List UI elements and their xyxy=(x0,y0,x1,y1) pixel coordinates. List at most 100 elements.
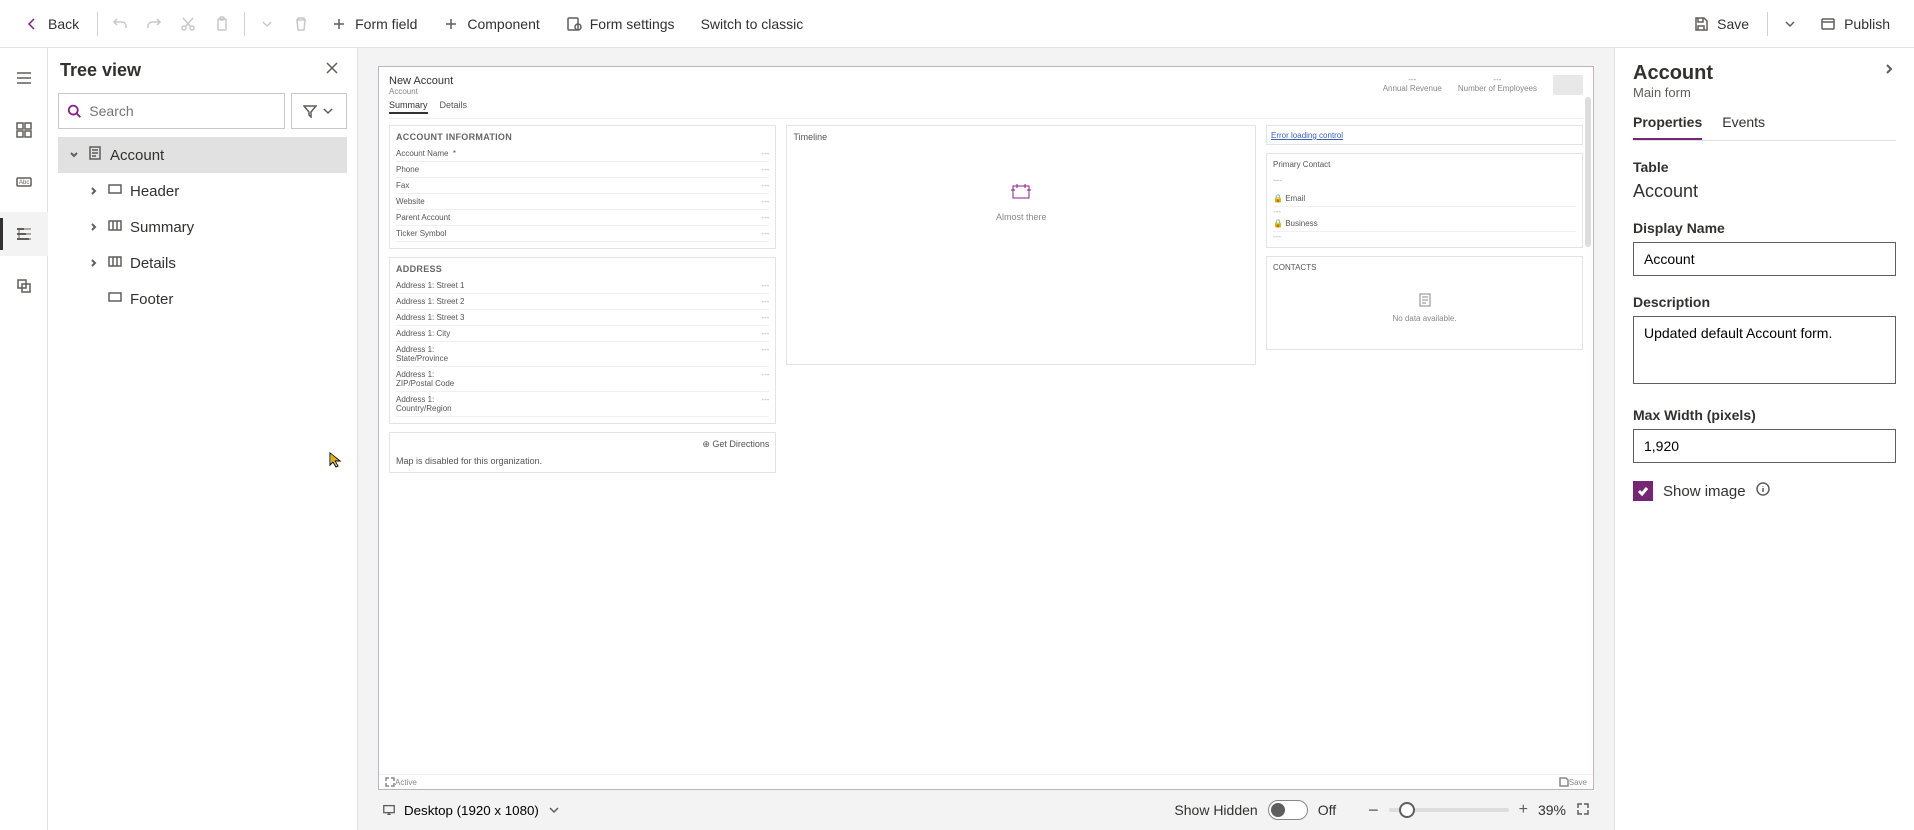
tab-icon xyxy=(108,218,122,236)
preview-account-info-section[interactable]: ACCOUNT INFORMATION Account Name *--- Ph… xyxy=(389,125,776,249)
zoom-slider[interactable] xyxy=(1389,808,1509,812)
toggle-state: Off xyxy=(1318,802,1336,818)
show-hidden-label: Show Hidden xyxy=(1174,802,1257,818)
preview-tab-details[interactable]: Details xyxy=(440,100,468,114)
fit-button[interactable] xyxy=(1576,802,1590,819)
document-icon xyxy=(1417,292,1433,308)
max-width-label: Max Width (pixels) xyxy=(1633,407,1896,423)
tree-node-label: Header xyxy=(130,183,179,200)
preview-title: New Account xyxy=(389,75,467,87)
close-tree-button[interactable] xyxy=(325,61,339,80)
switch-classic-button[interactable]: Switch to classic xyxy=(689,10,816,38)
show-image-checkbox[interactable]: Show image xyxy=(1633,481,1896,501)
tree-node-summary[interactable]: Summary xyxy=(58,209,347,245)
publish-label: Publish xyxy=(1844,16,1890,32)
filter-button[interactable] xyxy=(291,93,347,129)
tree-list: Account Header Summary Details xyxy=(58,137,347,317)
components-rail-button[interactable] xyxy=(0,108,48,152)
show-hidden-toggle[interactable] xyxy=(1268,800,1308,820)
tree-node-label: Details xyxy=(130,255,176,272)
tree-node-label: Footer xyxy=(130,291,173,308)
device-selector[interactable]: Desktop (1920 x 1080) xyxy=(382,803,561,818)
search-input[interactable] xyxy=(89,103,276,119)
tab-events[interactable]: Events xyxy=(1722,114,1765,140)
separator xyxy=(1767,12,1768,36)
delete-button[interactable] xyxy=(285,10,317,38)
back-label: Back xyxy=(48,16,79,32)
zoom-value: 39% xyxy=(1538,802,1566,818)
filter-icon xyxy=(303,104,317,118)
top-toolbar: Back Form field Component Form settings … xyxy=(0,0,1914,48)
preview-address-section[interactable]: ADDRESS Address 1: Street 1--- Address 1… xyxy=(389,257,776,424)
chevron-down-icon xyxy=(321,104,335,118)
paste-button[interactable] xyxy=(206,10,238,38)
display-name-input[interactable] xyxy=(1633,242,1896,276)
back-button[interactable]: Back xyxy=(12,10,91,38)
tree-node-header[interactable]: Header xyxy=(58,173,347,209)
table-label: Table xyxy=(1633,159,1896,175)
search-input-wrap[interactable] xyxy=(58,93,285,129)
form-canvas[interactable]: New Account Account Summary Details ---A… xyxy=(378,66,1594,790)
search-icon xyxy=(67,103,81,119)
preview-contacts-section[interactable]: CONTACTS No data available. xyxy=(1266,256,1583,350)
preview-header-stats: ---Annual Revenue ---Number of Employees xyxy=(1383,75,1583,95)
chevron-down-icon xyxy=(547,803,561,817)
zoom-in-button[interactable]: + xyxy=(1519,801,1528,819)
save-button[interactable]: Save xyxy=(1681,10,1761,38)
show-image-label: Show image xyxy=(1663,483,1746,500)
preview-error-section[interactable]: Error loading control xyxy=(1266,125,1583,145)
tree-node-label: Account xyxy=(110,147,164,164)
preview-subtitle: Account xyxy=(389,87,467,96)
tab-properties[interactable]: Properties xyxy=(1633,114,1702,140)
hamburger-button[interactable] xyxy=(0,56,48,100)
properties-panel: Account Main form Properties Events Tabl… xyxy=(1614,48,1914,830)
undo-button[interactable] xyxy=(104,10,136,38)
tab-icon xyxy=(108,254,122,272)
paste-dropdown[interactable] xyxy=(251,10,283,38)
expand-icon[interactable] xyxy=(385,777,395,787)
tree-node-label: Summary xyxy=(130,219,194,236)
cut-button[interactable] xyxy=(172,10,204,38)
form-settings-label: Form settings xyxy=(590,16,675,32)
max-width-input[interactable] xyxy=(1633,429,1896,463)
form-field-button[interactable]: Form field xyxy=(319,10,429,38)
save-icon[interactable] xyxy=(1559,777,1569,787)
description-label: Description xyxy=(1633,294,1896,310)
collapse-panel-button[interactable] xyxy=(1882,62,1896,81)
library-rail-button[interactable] xyxy=(0,264,48,308)
preview-scrollbar[interactable] xyxy=(1585,97,1591,247)
preview-tab-summary[interactable]: Summary xyxy=(389,100,428,114)
info-icon[interactable] xyxy=(1756,482,1770,500)
preview-timeline-section[interactable]: Timeline Almost there xyxy=(786,125,1256,365)
preview-primary-contact-section[interactable]: Primary Contact --- 🔒 Email --- 🔒 Busine… xyxy=(1266,153,1583,248)
table-value: Account xyxy=(1633,181,1896,202)
component-button[interactable]: Component xyxy=(431,10,551,38)
form-settings-button[interactable]: Form settings xyxy=(554,10,687,38)
separator xyxy=(244,12,245,36)
tree-node-footer[interactable]: Footer xyxy=(58,281,347,317)
tree-node-account[interactable]: Account xyxy=(58,137,347,173)
props-subtitle: Main form xyxy=(1633,85,1713,100)
tree-rail-button[interactable] xyxy=(0,212,48,256)
separator xyxy=(97,12,98,36)
tree-panel: Tree view Account xyxy=(48,48,358,830)
monitor-icon xyxy=(382,803,396,817)
canvas-footer: Desktop (1920 x 1080) Show Hidden Off − … xyxy=(378,790,1594,830)
description-input[interactable] xyxy=(1633,316,1896,384)
form-preview: New Account Account Summary Details ---A… xyxy=(379,67,1593,774)
switch-classic-label: Switch to classic xyxy=(701,16,804,32)
tree-node-details[interactable]: Details xyxy=(58,245,347,281)
tree-title: Tree view xyxy=(60,60,141,81)
component-label: Component xyxy=(467,16,539,32)
save-dropdown[interactable] xyxy=(1774,10,1806,38)
timeline-icon xyxy=(1009,182,1033,202)
preview-map-section[interactable]: ⊕ Get Directions Map is disabled for thi… xyxy=(389,432,776,473)
form-icon xyxy=(88,146,102,164)
redo-button[interactable] xyxy=(138,10,170,38)
props-title: Account xyxy=(1633,62,1713,85)
zoom-out-button[interactable]: − xyxy=(1368,800,1379,821)
fields-rail-button[interactable]: Abc xyxy=(0,160,48,204)
display-name-label: Display Name xyxy=(1633,220,1896,236)
canvas-area: New Account Account Summary Details ---A… xyxy=(358,48,1614,830)
publish-button[interactable]: Publish xyxy=(1808,10,1902,38)
